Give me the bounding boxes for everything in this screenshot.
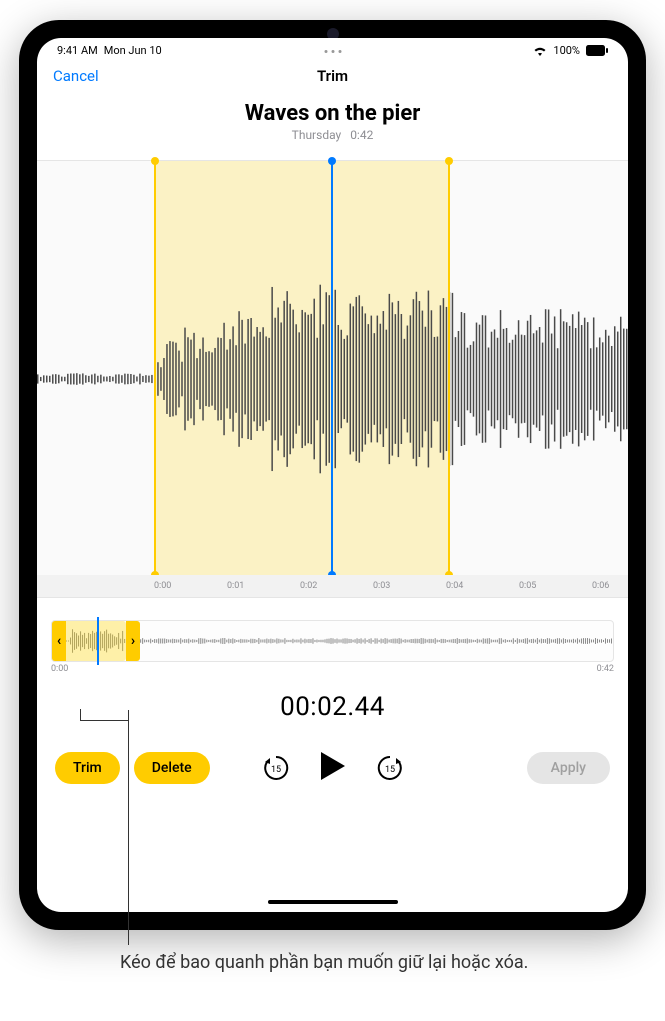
recording-header: Waves on the pier Thursday 0:42	[37, 93, 628, 146]
overview-handle-right[interactable]: ›	[126, 621, 140, 661]
overview-start-time: 0:00	[51, 664, 68, 674]
delete-button[interactable]: Delete	[134, 752, 210, 784]
ruler-tick: 0:05	[519, 581, 536, 591]
ruler-tick: 0:02	[300, 581, 317, 591]
screen: 9:41 AM Mon Jun 10 100% Cancel Trim Wave…	[37, 38, 628, 912]
recording-duration: 0:42	[350, 128, 373, 142]
multitask-dots-icon[interactable]	[323, 44, 343, 57]
callout-text: Kéo để bao quanh phần bạn muốn giữ lại h…	[120, 950, 550, 975]
callout-line	[128, 710, 129, 945]
overview-playhead[interactable]	[97, 617, 99, 665]
recording-meta: Thursday 0:42	[37, 128, 628, 142]
ruler-tick: 0:03	[373, 581, 390, 591]
battery-percent: 100%	[553, 44, 580, 57]
playhead[interactable]	[331, 161, 333, 575]
device-frame: 9:41 AM Mon Jun 10 100% Cancel Trim Wave…	[19, 20, 646, 930]
wifi-icon	[533, 46, 547, 56]
apply-button[interactable]: Apply	[527, 752, 610, 784]
status-time: 9:41 AM	[57, 44, 98, 57]
overview-end-time: 0:42	[597, 664, 614, 674]
ruler-tick: 0:01	[227, 581, 244, 591]
nav-bar: Cancel Trim	[37, 59, 628, 93]
ruler-tick: 0:00	[154, 581, 171, 591]
controls-row: Trim Delete 15 15 Apply	[37, 752, 628, 784]
waveform-main[interactable]: placeholder 0:00 0:01 0:02 0:03 0:04 0:0…	[37, 160, 628, 598]
ruler-tick: 0:04	[446, 581, 463, 591]
recording-day: Thursday	[292, 128, 342, 142]
play-button[interactable]	[319, 750, 347, 786]
trim-handle-left[interactable]	[154, 161, 156, 575]
recording-title: Waves on the pier	[37, 101, 628, 126]
overview-times: 0:00 0:42	[51, 664, 614, 674]
battery-icon	[586, 45, 608, 56]
svg-text:15: 15	[270, 765, 280, 775]
time-ruler: 0:00 0:01 0:02 0:03 0:04 0:05 0:06	[37, 575, 628, 597]
trim-handle-right[interactable]	[448, 161, 450, 575]
status-date: Mon Jun 10	[104, 44, 162, 57]
skip-back-15-button[interactable]: 15	[261, 753, 291, 783]
overview-handle-left[interactable]: ‹	[52, 621, 66, 661]
cancel-button[interactable]: Cancel	[53, 67, 99, 85]
callout-line	[80, 720, 128, 721]
nav-title: Trim	[317, 67, 348, 85]
svg-text:15: 15	[384, 765, 394, 775]
status-bar: 9:41 AM Mon Jun 10 100%	[37, 38, 628, 59]
trim-button[interactable]: Trim	[55, 752, 120, 784]
current-time: 00:02.44	[37, 692, 628, 722]
overview-track[interactable]: ‹ ›	[51, 620, 614, 662]
home-indicator[interactable]	[268, 900, 398, 904]
ruler-tick: 0:06	[592, 581, 609, 591]
skip-forward-15-button[interactable]: 15	[375, 753, 405, 783]
